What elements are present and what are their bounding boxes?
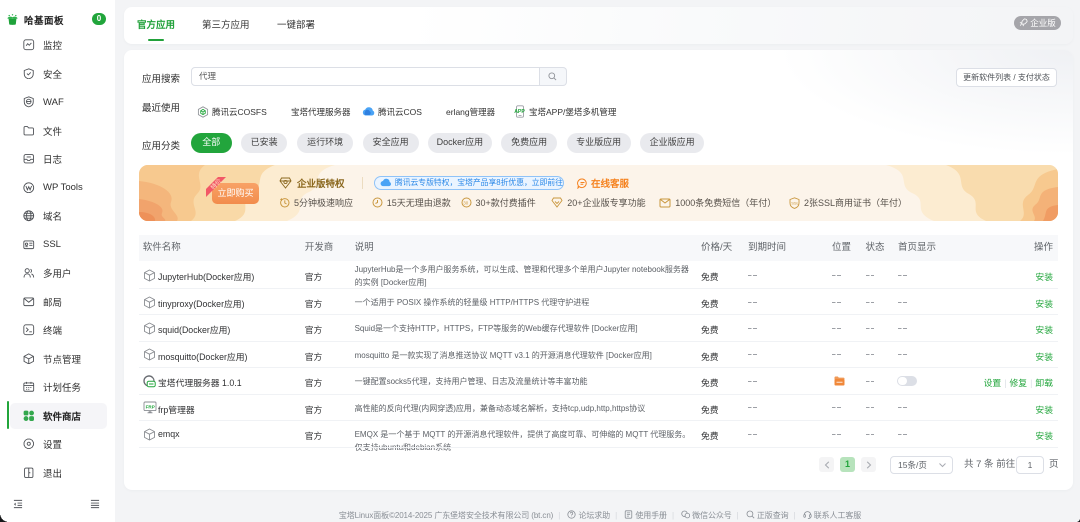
svg-text:APP: APP <box>514 109 525 115</box>
svg-text:SSL: SSL <box>791 200 799 205</box>
svg-text:FRP: FRP <box>145 405 154 410</box>
svg-text:30: 30 <box>463 201 469 206</box>
